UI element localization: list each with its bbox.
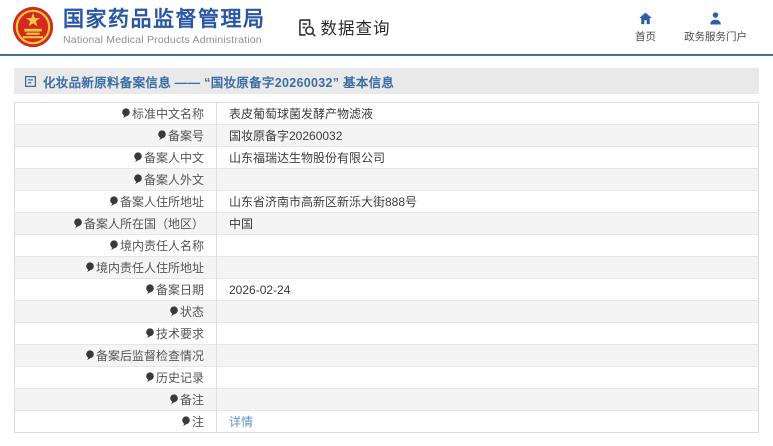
row-label: 备案号 — [167, 129, 204, 143]
table-row: 备注 — [14, 388, 759, 411]
note-icon — [85, 262, 95, 276]
row-label: 历史记录 — [155, 371, 204, 385]
document-search-icon — [298, 18, 316, 37]
row-label: 备案人外文 — [143, 173, 204, 187]
table-row: 历史记录 — [14, 366, 759, 389]
data-query-nav[interactable]: 数据查询 — [296, 15, 391, 39]
row-value: 山东福瑞达生物股份有限公司 — [229, 151, 386, 165]
detail-link[interactable]: 详情 — [229, 415, 253, 429]
row-value: 国妆原备字20260032 — [229, 129, 343, 143]
table-row: 备案人所在国（地区） 中国 — [14, 212, 759, 235]
note-icon — [121, 108, 131, 122]
row-label: 备注 — [179, 393, 204, 407]
table-row: 技术要求 — [14, 322, 759, 345]
note-icon — [145, 372, 155, 386]
table-row: 备案人住所地址 山东省济南市高新区新泺大街888号 — [14, 190, 759, 213]
table-row: 状态 — [14, 300, 759, 323]
note-icon — [73, 218, 83, 232]
table-row: 备案人中文 山东福瑞达生物股份有限公司 — [14, 146, 759, 169]
table-row: 备案号 国妆原备字20260032 — [14, 124, 759, 147]
portal-nav[interactable]: 政务服务门户 — [684, 11, 747, 44]
form-icon — [24, 75, 37, 87]
row-label: 备案后监督检查情况 — [95, 349, 204, 363]
row-label: 境内责任人名称 — [119, 239, 204, 253]
section-title: 化妆品新原料备案信息 —— “国妆原备字20260032” 基本信息 — [43, 75, 395, 90]
note-icon — [133, 174, 143, 188]
row-label: 备案人所在国（地区） — [83, 217, 204, 231]
note-icon — [157, 130, 167, 144]
row-value: 山东省济南市高新区新泺大街888号 — [229, 195, 418, 209]
note-icon — [109, 240, 119, 254]
row-label: 备案日期 — [155, 283, 204, 297]
table-row: 境内责任人住所地址 — [14, 256, 759, 279]
row-value: 2026-02-24 — [229, 282, 291, 297]
site-header: 国家药品监督管理局 National Medical Products Admi… — [0, 0, 773, 54]
row-label: 状态 — [179, 305, 204, 319]
table-row: 标准中文名称 表皮葡萄球菌发酵产物滤液 — [14, 102, 759, 125]
table-row: 注 详情 — [14, 410, 759, 433]
row-label: 备案人中文 — [143, 151, 204, 165]
table-row: 境内责任人名称 — [14, 234, 759, 257]
table-row: 备案日期 2026-02-24 — [14, 278, 759, 301]
note-icon — [85, 350, 95, 364]
table-row: 备案后监督检查情况 — [14, 344, 759, 367]
note-icon — [145, 284, 155, 298]
home-icon — [639, 12, 652, 24]
row-value: 中国 — [229, 217, 254, 231]
agency-title: 国家药品监督管理局 — [63, 8, 266, 32]
header-right-nav: 首页 政务服务门户 — [635, 11, 747, 44]
data-query-label: 数据查询 — [320, 20, 391, 38]
table-row: 备案人外文 — [14, 168, 759, 191]
note-icon — [181, 416, 191, 430]
home-nav[interactable]: 首页 — [635, 11, 656, 44]
row-label: 境内责任人住所地址 — [95, 261, 204, 275]
section-title-bar: 化妆品新原料备案信息 —— “国妆原备字20260032” 基本信息 — [14, 68, 759, 94]
row-label: 标准中文名称 — [131, 107, 204, 121]
row-value: 表皮葡萄球菌发酵产物滤液 — [229, 107, 374, 121]
note-icon — [109, 196, 119, 210]
portal-label: 政务服务门户 — [684, 30, 747, 43]
row-label: 备案人住所地址 — [119, 195, 204, 209]
row-label: 技术要求 — [155, 327, 204, 341]
row-label: 注 — [191, 415, 204, 429]
note-icon — [169, 306, 179, 320]
detail-table: 标准中文名称 表皮葡萄球菌发酵产物滤液 备案号 国妆原备字20260032 备案… — [14, 102, 759, 433]
home-label: 首页 — [635, 30, 656, 43]
note-icon — [145, 328, 155, 342]
note-icon — [133, 152, 143, 166]
user-icon — [710, 11, 721, 24]
note-icon — [169, 394, 179, 408]
brand-block: 国家药品监督管理局 National Medical Products Admi… — [63, 8, 266, 45]
national-emblem-logo — [12, 6, 54, 48]
main-content: 化妆品新原料备案信息 —— “国妆原备字20260032” 基本信息 标准中文名… — [0, 56, 773, 433]
agency-subtitle: National Medical Products Administration — [63, 33, 262, 46]
